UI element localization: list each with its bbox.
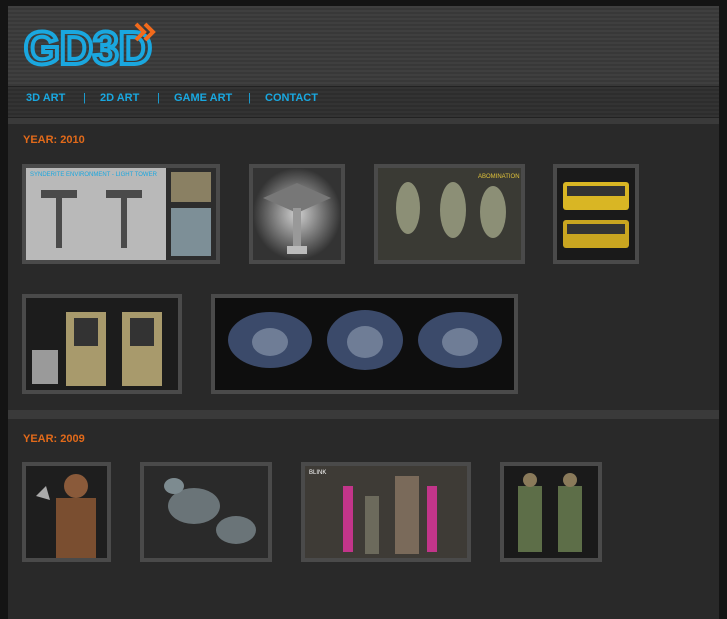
year-section-2009: YEAR: 2009 BLINK — [8, 419, 719, 619]
nav-2d-art[interactable]: 2D ART — [100, 87, 139, 117]
thumbnail-creature-heads[interactable] — [211, 294, 518, 394]
nav-separator: | — [248, 92, 251, 104]
nav-game-art[interactable]: GAME ART — [174, 87, 232, 117]
thumbnail-ticket-machine[interactable] — [22, 294, 182, 394]
nav-3d-art[interactable]: 3D ART — [26, 87, 65, 117]
thumbnail-tower-render[interactable] — [249, 164, 345, 264]
thumbnail-soldier[interactable] — [500, 462, 602, 562]
svg-text:SYNDERITE ENVIRONMENT - LIGHT: SYNDERITE ENVIRONMENT - LIGHT TOWER — [30, 172, 158, 178]
thumbnail-bus[interactable] — [553, 164, 639, 264]
nav-separator: | — [83, 92, 86, 104]
svg-text:BLINK: BLINK — [309, 470, 326, 476]
year-heading: YEAR: 2010 — [23, 134, 85, 146]
svg-text:ABOMINATION: ABOMINATION — [478, 174, 520, 180]
nav-contact[interactable]: CONTACT — [265, 87, 318, 117]
page-frame: GD3D 3D ART | 2D ART | GAME ART | CONTAC… — [8, 6, 719, 619]
year-heading: YEAR: 2009 — [23, 433, 85, 445]
logo-text: GD3D — [24, 22, 152, 70]
header: GD3D — [8, 6, 719, 86]
year-section-2010: YEAR: 2010 SYNDERITE ENVIRONMENT - LIGHT… — [8, 124, 719, 410]
nav-separator: | — [157, 92, 160, 104]
thumbnail-barbarian[interactable] — [22, 462, 111, 562]
thumbnail-light-tower[interactable]: SYNDERITE ENVIRONMENT - LIGHT TOWER — [22, 164, 220, 264]
thumbnail-drone-parts[interactable] — [140, 462, 272, 562]
thumbnail-abomination[interactable]: ABOMINATION — [374, 164, 525, 264]
logo[interactable]: GD3D — [24, 20, 164, 70]
main-nav: 3D ART | 2D ART | GAME ART | CONTACT — [8, 86, 719, 118]
thumbnail-blink[interactable]: BLINK — [301, 462, 471, 562]
